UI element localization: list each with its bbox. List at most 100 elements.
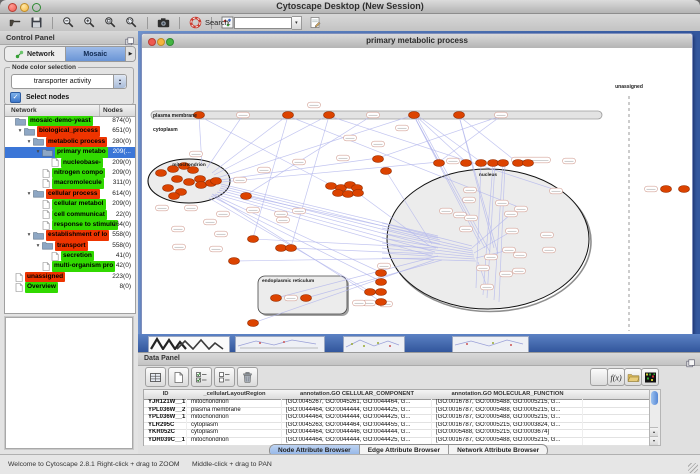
network-node[interactable]	[461, 160, 472, 167]
network-node[interactable]	[283, 112, 294, 119]
attribute-table[interactable]: ID_cellularLayoutRegionannotation.GO CEL…	[143, 389, 651, 446]
network-node[interactable]	[326, 183, 337, 190]
background-window-1[interactable]	[148, 336, 230, 353]
search-dropdown-arrow-icon[interactable]: ▾	[292, 16, 302, 30]
network-node[interactable]	[523, 160, 534, 167]
zoom-selected-icon[interactable]	[103, 16, 118, 30]
network-node[interactable]	[169, 193, 180, 200]
attribute-editor-icon[interactable]	[590, 368, 608, 386]
heatmap-icon[interactable]	[641, 368, 659, 386]
tab-mosaic[interactable]: Mosaic	[66, 47, 127, 61]
network-node[interactable]	[196, 182, 207, 189]
attribute-grid-icon[interactable]	[145, 367, 166, 387]
tree-row[interactable]: unassigned223(0)	[5, 272, 135, 282]
table-cell[interactable]: YPL036W__2	[144, 407, 187, 415]
network-node[interactable]	[513, 160, 524, 167]
tree-row[interactable]: response to stimulu264(0)	[5, 220, 135, 230]
tree-expander-icon[interactable]: ▾	[16, 126, 24, 136]
zoom-in-icon[interactable]	[82, 16, 97, 30]
network-node[interactable]	[381, 168, 392, 175]
tree-row[interactable]: ▾primary metabo209(...	[5, 147, 135, 157]
scroll-up-icon[interactable]: ▴	[650, 427, 658, 436]
table-cell[interactable]: mitochondrion	[187, 399, 282, 407]
network-node[interactable]	[324, 112, 335, 119]
table-cell[interactable]: [GO:0016787, GO:0005488, GO:0005215, G..…	[432, 407, 583, 415]
table-cell[interactable]: YDR039C__1	[144, 437, 187, 445]
open-file-icon[interactable]	[8, 16, 23, 30]
node-color-dropdown[interactable]: transporter activity ▴▾	[11, 74, 127, 89]
save-icon[interactable]	[29, 16, 44, 30]
table-cell[interactable]: [GO:0016787, GO:0005488, GO:0005215, G..…	[432, 414, 583, 422]
network-node[interactable]	[241, 193, 252, 200]
tree-row[interactable]: cell communicat22(0)	[5, 210, 135, 220]
network-node[interactable]	[271, 295, 282, 302]
network-node[interactable]	[211, 178, 222, 185]
scrollbar-thumb[interactable]	[651, 391, 658, 405]
table-cell[interactable]: [GO:0044464, GO:0044446, GO:0044444, G..…	[282, 429, 432, 437]
tree-row[interactable]: ▾biological_process651(0)	[5, 126, 135, 136]
float-window-icon[interactable]	[125, 33, 134, 42]
table-cell[interactable]: [GO:0016787, GO:0005215, GO:0003824, G..…	[432, 422, 583, 430]
tree-row[interactable]: cellular metabol209(0)	[5, 199, 135, 209]
network-edge[interactable]	[459, 116, 518, 163]
network-node[interactable]	[661, 186, 672, 193]
tree-row[interactable]: multi-organism pro42(0)	[5, 261, 135, 271]
tree-row[interactable]: nucleobase-209(0)	[5, 158, 135, 168]
table-cell[interactable]: plasma membrane	[187, 407, 282, 415]
network-edge[interactable]	[222, 162, 439, 182]
search-input[interactable]	[234, 17, 292, 29]
table-cell[interactable]: mitochondrion	[187, 437, 282, 445]
background-window-4[interactable]	[452, 336, 529, 353]
tree-expander-icon[interactable]: ▾	[34, 147, 42, 157]
tree-row[interactable]: ▾establishment of lo558(0)	[5, 230, 135, 240]
tab-overflow-arrow-icon[interactable]: ▶	[126, 47, 135, 61]
network-node[interactable]	[365, 289, 376, 296]
delete-attribute-icon[interactable]	[237, 367, 258, 387]
table-cell[interactable]: [GO:0044464, GO:0044444, GO:0044425, G..…	[282, 414, 432, 422]
network-edge[interactable]	[291, 116, 329, 247]
network-node[interactable]	[286, 245, 297, 252]
tree-expander-icon[interactable]: ▾	[25, 189, 33, 199]
network-node[interactable]	[373, 156, 384, 163]
select-all-attrs-icon[interactable]	[191, 367, 212, 387]
network-node[interactable]	[376, 279, 387, 286]
table-scrollbar[interactable]: ▴ ▾	[649, 389, 661, 446]
network-node[interactable]	[454, 112, 465, 119]
attribute-new-icon[interactable]	[168, 367, 189, 387]
network-view-window[interactable]: primary metabolic process plasma membran…	[141, 33, 693, 336]
network-node[interactable]	[301, 295, 312, 302]
table-cell[interactable]: [GO:0045267, GO:0045261, GO:0044464, G..…	[282, 399, 432, 407]
background-window-3[interactable]	[343, 336, 405, 353]
table-cell[interactable]: cytoplasm	[187, 422, 282, 430]
network-canvas[interactable]: plasma membranecytoplasmmitochondrionnuc…	[142, 48, 692, 335]
table-cell[interactable]: [GO:0005488, GO:0005215, GO:0003674]	[432, 429, 583, 437]
network-node[interactable]	[248, 320, 259, 327]
network-node[interactable]	[163, 185, 174, 192]
network-node[interactable]	[476, 160, 487, 167]
background-window-2[interactable]	[235, 336, 325, 353]
tree-row[interactable]: ▾cellular process614(0)	[5, 189, 135, 199]
title-bar[interactable]: Cytoscape Desktop (New Session)	[0, 0, 700, 14]
network-node[interactable]	[376, 299, 387, 306]
table-cell[interactable]: [GO:0016787, GO:0005488, GO:0005215, G..…	[432, 399, 583, 407]
select-nodes-checkbox[interactable]: ✓	[10, 92, 21, 103]
tree-expander-icon[interactable]: ▾	[34, 241, 42, 251]
network-node[interactable]	[343, 191, 354, 198]
snapshot-icon[interactable]	[156, 16, 171, 30]
import-attributes-icon[interactable]	[624, 368, 642, 386]
tree-row[interactable]: mosaic-demo-yeast874(0)	[5, 116, 135, 126]
table-cell[interactable]: YJR121W__1	[144, 399, 187, 407]
tree-row[interactable]: ▾transport558(0)	[5, 241, 135, 251]
table-cell[interactable]: YLR295C	[144, 422, 187, 430]
network-node[interactable]	[172, 176, 183, 183]
tab-network[interactable]: Network	[5, 47, 66, 61]
network-node[interactable]	[409, 112, 420, 119]
network-node[interactable]	[498, 160, 509, 167]
network-window-titlebar[interactable]: primary metabolic process	[142, 34, 692, 49]
network-node[interactable]	[376, 289, 387, 296]
tree-row[interactable]: nitrogen compo209(0)	[5, 168, 135, 178]
zoom-out-icon[interactable]	[61, 16, 76, 30]
network-node[interactable]	[184, 179, 195, 186]
network-node[interactable]	[434, 160, 445, 167]
help-icon[interactable]	[188, 16, 203, 30]
